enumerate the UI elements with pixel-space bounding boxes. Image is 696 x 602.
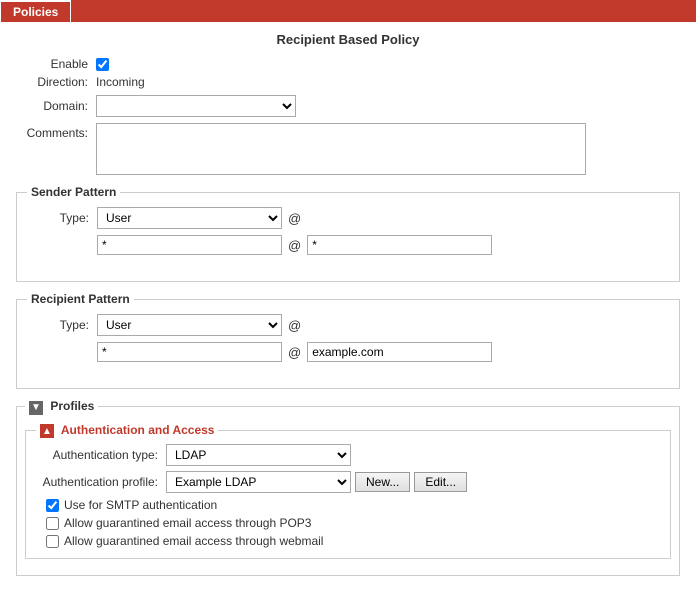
- direction-value: Incoming: [96, 75, 145, 89]
- pop3-label: Allow guarantined email access through P…: [64, 516, 311, 530]
- auth-type-select[interactable]: LDAP POP3 IMAP: [166, 444, 351, 466]
- recipient-type-label: Type:: [47, 318, 97, 332]
- sender-at-sign2: @: [288, 238, 301, 253]
- auth-profile-label: Authentication profile:: [36, 475, 166, 489]
- page-title: Recipient Based Policy: [16, 32, 680, 47]
- sender-user-input[interactable]: [97, 235, 282, 255]
- auth-header-text: Authentication and Access: [61, 423, 215, 437]
- sender-pattern-legend: Sender Pattern: [27, 185, 120, 199]
- direction-label: Direction:: [16, 75, 96, 89]
- profiles-legend: ▼ Profiles: [25, 399, 98, 415]
- tab-bar: Policies: [0, 0, 696, 22]
- recipient-type-select[interactable]: User Group Domain: [97, 314, 282, 336]
- webmail-checkbox[interactable]: [46, 535, 59, 548]
- auth-type-label: Authentication type:: [36, 448, 166, 462]
- sender-pattern-section: Sender Pattern Type: User Group Domain @…: [16, 185, 680, 282]
- enable-label: Enable: [16, 57, 96, 71]
- smtp-checkbox[interactable]: [46, 499, 59, 512]
- policies-tab[interactable]: Policies: [0, 0, 71, 22]
- domain-label: Domain:: [16, 99, 96, 113]
- enable-checkbox[interactable]: [96, 58, 109, 71]
- comments-label: Comments:: [16, 123, 96, 140]
- auth-access-section: ▲ Authentication and Access Authenticati…: [25, 423, 671, 560]
- profiles-section: ▼ Profiles ▲ Authentication and Access A…: [16, 399, 680, 576]
- pop3-checkbox[interactable]: [46, 517, 59, 530]
- recipient-at-sign1: @: [288, 318, 301, 333]
- sender-type-select[interactable]: User Group Domain: [97, 207, 282, 229]
- comments-textarea[interactable]: [96, 123, 586, 175]
- recipient-at-sign2: @: [288, 345, 301, 360]
- new-button[interactable]: New...: [355, 472, 410, 492]
- webmail-label: Allow guarantined email access through w…: [64, 534, 323, 548]
- smtp-label: Use for SMTP authentication: [64, 498, 217, 512]
- recipient-user-input[interactable]: [97, 342, 282, 362]
- profiles-collapse-icon[interactable]: ▼: [29, 401, 43, 415]
- recipient-pattern-section: Recipient Pattern Type: User Group Domai…: [16, 292, 680, 389]
- domain-select[interactable]: [96, 95, 296, 117]
- auth-access-legend: ▲ Authentication and Access: [36, 423, 218, 439]
- sender-type-label: Type:: [47, 211, 97, 225]
- recipient-pattern-legend: Recipient Pattern: [27, 292, 134, 306]
- auth-expand-icon[interactable]: ▲: [40, 424, 54, 438]
- auth-profile-select[interactable]: Example LDAP: [166, 471, 351, 493]
- sender-domain-input[interactable]: [307, 235, 492, 255]
- recipient-domain-input[interactable]: [307, 342, 492, 362]
- sender-at-sign1: @: [288, 211, 301, 226]
- edit-button[interactable]: Edit...: [414, 472, 467, 492]
